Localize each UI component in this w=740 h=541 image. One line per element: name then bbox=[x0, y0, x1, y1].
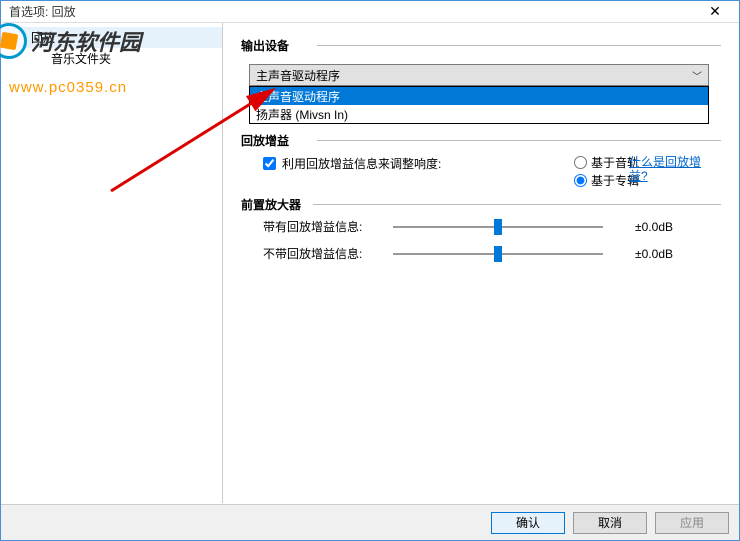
content-area: 回放 音乐文件夹 输出设备 主声音驱动程序 ﹀ 主声音驱动程序 扬声器 (Miv… bbox=[1, 23, 739, 503]
slider-with-gain[interactable] bbox=[393, 226, 603, 228]
dropdown-option-label: 扬声器 (Mivsn In) bbox=[256, 106, 348, 123]
slider-without-gain[interactable] bbox=[393, 253, 603, 255]
dropdown-options-list: 主声音驱动程序 扬声器 (Mivsn In) bbox=[249, 86, 709, 124]
window-title: 首选项: 回放 bbox=[9, 3, 76, 20]
slider-row-with-gain: 带有回放增益信息: ±0.0dB bbox=[237, 213, 721, 240]
slider-thumb[interactable] bbox=[494, 246, 502, 262]
slider-label: 不带回放增益信息: bbox=[263, 245, 383, 262]
dropdown-option-label: 主声音驱动程序 bbox=[256, 88, 340, 105]
slider-label: 带有回放增益信息: bbox=[263, 218, 383, 235]
slider-value: ±0.0dB bbox=[613, 247, 673, 261]
close-icon: ✕ bbox=[709, 3, 721, 20]
titlebar: 首选项: 回放 ✕ bbox=[1, 1, 739, 23]
preamp-legend: 前置放大器 bbox=[237, 198, 305, 212]
main-panel: 输出设备 主声音驱动程序 ﹀ 主声音驱动程序 扬声器 (Mivsn In) bbox=[223, 23, 739, 503]
output-device-dropdown[interactable]: 主声音驱动程序 ﹀ 主声音驱动程序 扬声器 (Mivsn In) bbox=[249, 64, 709, 86]
chevron-down-icon: ﹀ bbox=[692, 68, 702, 83]
replay-gain-legend: 回放增益 bbox=[237, 134, 293, 148]
dropdown-option[interactable]: 扬声器 (Mivsn In) bbox=[250, 105, 708, 123]
output-device-fieldset: 输出设备 主声音驱动程序 ﹀ 主声音驱动程序 扬声器 (Mivsn In) bbox=[237, 37, 721, 86]
slider-value: ±0.0dB bbox=[613, 220, 673, 234]
use-replay-gain-checkbox[interactable] bbox=[263, 157, 276, 170]
sidebar-item-music-folder[interactable]: 音乐文件夹 bbox=[1, 48, 222, 69]
dropdown-selected[interactable]: 主声音驱动程序 ﹀ bbox=[249, 64, 709, 86]
preamp-fieldset: 前置放大器 带有回放增益信息: ±0.0dB 不带回放增益信息: ±0.0dB bbox=[237, 196, 721, 267]
sidebar-item-playback[interactable]: 回放 bbox=[1, 27, 222, 48]
cancel-button[interactable]: 取消 bbox=[573, 512, 647, 534]
radio-track[interactable] bbox=[574, 156, 587, 169]
dropdown-selected-label: 主声音驱动程序 bbox=[256, 67, 340, 84]
sidebar-item-label: 回放 bbox=[31, 31, 55, 45]
sidebar: 回放 音乐文件夹 bbox=[1, 23, 223, 503]
slider-row-without-gain: 不带回放增益信息: ±0.0dB bbox=[237, 240, 721, 267]
use-replay-gain-label: 利用回放增益信息来调整响度: bbox=[282, 155, 441, 172]
help-link-replay-gain[interactable]: 什么是回放增益? bbox=[629, 155, 719, 183]
dropdown-option[interactable]: 主声音驱动程序 bbox=[250, 87, 708, 105]
sidebar-item-label: 音乐文件夹 bbox=[51, 52, 111, 66]
output-device-legend: 输出设备 bbox=[237, 39, 293, 53]
button-bar: 确认 取消 应用 bbox=[1, 504, 739, 540]
slider-thumb[interactable] bbox=[494, 219, 502, 235]
ok-button[interactable]: 确认 bbox=[491, 512, 565, 534]
apply-button[interactable]: 应用 bbox=[655, 512, 729, 534]
radio-album[interactable] bbox=[574, 174, 587, 187]
close-button[interactable]: ✕ bbox=[695, 2, 735, 22]
